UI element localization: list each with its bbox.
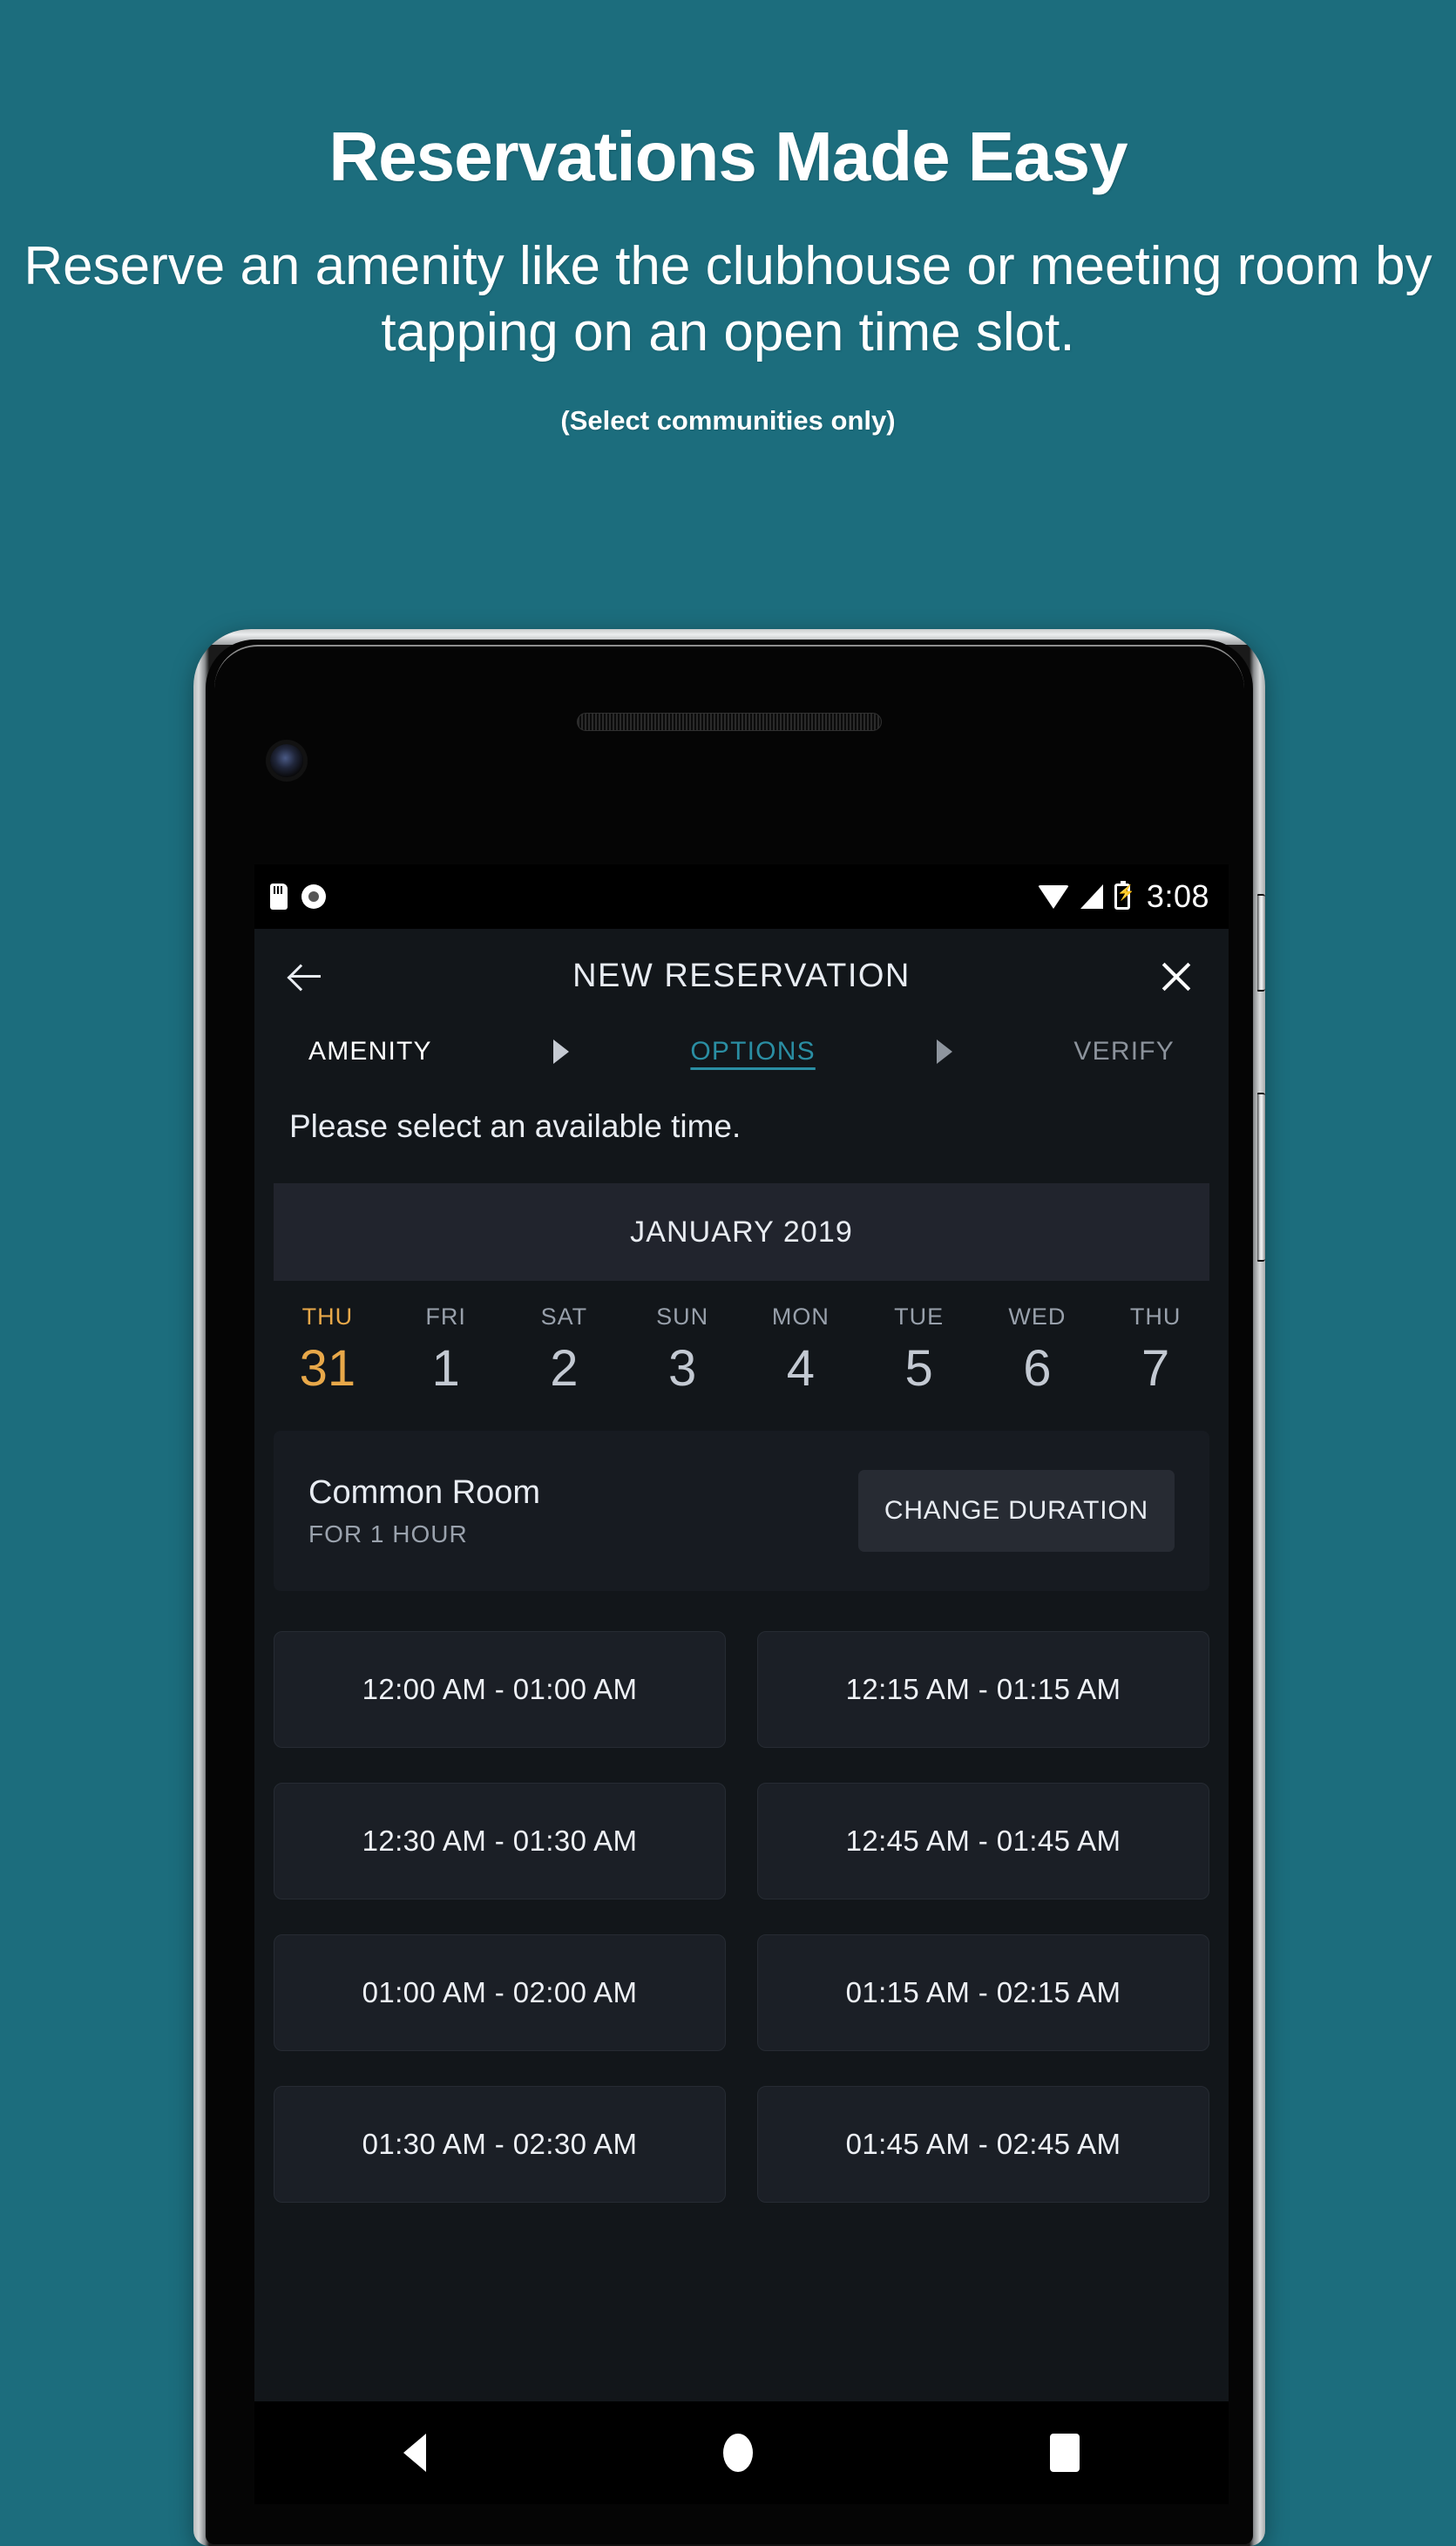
date-dow-label: MON [771,1303,830,1330]
date-cell-5[interactable]: TUE 5 [860,1303,979,1398]
date-dow-label: THU [301,1303,354,1330]
date-cell-7[interactable]: THU 7 [1096,1303,1215,1398]
wifi-icon [1037,884,1069,909]
calendar-month-header: JANUARY 2019 [274,1183,1209,1281]
time-slot[interactable]: 12:45 AM - 01:45 AM [757,1783,1209,1899]
chevron-right-icon-2 [937,1039,953,1064]
promo-title: Reservations Made Easy [328,118,1128,195]
record-icon [301,884,326,909]
date-dow-label: FRI [425,1303,466,1330]
amenity-duration: FOR 1 HOUR [308,1520,468,1547]
nav-recent-icon[interactable] [1050,2434,1080,2472]
date-cell-1[interactable]: FRI 1 [387,1303,505,1398]
promo-note: (Select communities only) [560,405,896,437]
date-dow-label: SUN [656,1303,709,1330]
instruction-text: Please select an available time. [289,1108,742,1144]
time-slot[interactable]: 01:45 AM - 02:45 AM [757,2086,1209,2203]
android-nav-bar [254,2401,1229,2504]
date-number: 1 [431,1340,460,1397]
date-number: 3 [667,1340,697,1397]
time-slot[interactable]: 12:00 AM - 01:00 AM [274,1631,726,1748]
app-bar: NEW RESERVATION [254,929,1229,1023]
glass-shine [214,645,1244,699]
date-number: 4 [786,1340,815,1397]
time-slot[interactable]: 12:30 AM - 01:30 AM [274,1783,726,1899]
page-title: NEW RESERVATION [572,957,911,994]
status-left-icons [270,884,326,910]
date-dow-label: THU [1129,1303,1182,1330]
step-verify[interactable]: VERIFY [1073,1037,1175,1066]
signal-icon [1080,884,1103,909]
phone-device: 3:08 NEW RESERVATION AMENITY OPTIONS VER… [193,629,1265,2546]
time-slot[interactable]: 01:30 AM - 02:30 AM [274,2086,726,2203]
chevron-right-icon-1 [553,1039,570,1064]
sdcard-icon [270,884,288,910]
status-right-icons: 3:08 [1037,878,1209,915]
status-bar: 3:08 [254,864,1229,929]
date-number: 2 [550,1340,579,1397]
nav-back-icon[interactable] [403,2434,426,2472]
step-amenity[interactable]: AMENITY [308,1037,432,1066]
power-button[interactable] [1257,894,1265,992]
change-duration-button[interactable]: CHANGE DURATION [857,1470,1175,1552]
date-cell-31[interactable]: THU 31 [268,1303,387,1398]
date-dow-label: SAT [540,1303,588,1330]
promo-header: Reservations Made Easy Reserve an amenit… [0,0,1456,437]
phone-screen: 3:08 NEW RESERVATION AMENITY OPTIONS VER… [254,864,1229,2504]
close-icon[interactable] [1155,955,1197,997]
date-dow-label: WED [1008,1303,1067,1330]
date-cell-6[interactable]: WED 6 [979,1303,1097,1398]
volume-button[interactable] [1257,1093,1265,1262]
date-cell-4[interactable]: MON 4 [742,1303,860,1398]
earpiece-speaker-icon [577,713,882,731]
promo-subtitle: Reserve an amenity like the clubhouse or… [24,236,1432,362]
battery-charging-icon [1114,881,1130,910]
nav-home-icon[interactable] [722,2434,753,2472]
status-clock: 3:08 [1146,878,1209,914]
amenity-name: Common Room [308,1473,541,1511]
date-cell-3[interactable]: SUN 3 [623,1303,742,1398]
amenity-info: Common Room FOR 1 HOUR [308,1474,540,1548]
phone-glass: 3:08 NEW RESERVATION AMENITY OPTIONS VER… [206,640,1253,2544]
date-number: 5 [904,1340,933,1397]
date-dow-label: TUE [894,1303,945,1330]
time-slot-grid: 12:00 AM - 01:00 AM 12:15 AM - 01:15 AM … [254,1591,1229,2203]
date-number: 7 [1141,1340,1170,1397]
date-number: 31 [299,1340,356,1397]
date-number: 6 [1023,1340,1052,1397]
calendar-date-strip: THU 31 FRI 1 SAT 2 SUN 3 MON 4 TUE 5 WED… [254,1281,1229,1424]
date-cell-2[interactable]: SAT 2 [505,1303,624,1398]
time-slot[interactable]: 12:15 AM - 01:15 AM [757,1631,1209,1748]
amenity-summary-card: Common Room FOR 1 HOUR CHANGE DURATION [274,1431,1209,1591]
back-arrow-icon[interactable] [286,955,328,997]
time-slot[interactable]: 01:15 AM - 02:15 AM [757,1934,1209,2051]
time-slot[interactable]: 01:00 AM - 02:00 AM [274,1934,726,2051]
front-camera-icon [270,744,303,777]
wizard-stepper: AMENITY OPTIONS VERIFY [254,1023,1229,1086]
step-options[interactable]: OPTIONS [690,1037,815,1066]
